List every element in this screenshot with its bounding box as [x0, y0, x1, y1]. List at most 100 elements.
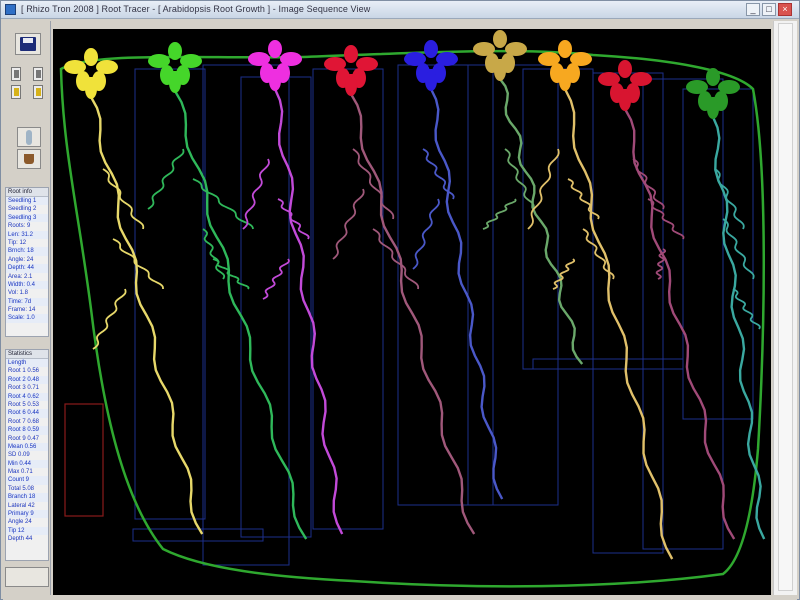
- plant-4-lateral-root[interactable]: [352, 148, 395, 220]
- plant-2-shoot[interactable]: [148, 42, 202, 93]
- root-info-row[interactable]: Area: 2.1: [6, 273, 48, 281]
- root-info-row[interactable]: Depth: 44: [6, 264, 48, 273]
- maximize-button[interactable]: □: [762, 3, 776, 16]
- pin-icon: [14, 70, 19, 78]
- statistics-row[interactable]: Min 0.44: [6, 459, 48, 469]
- root-info-row[interactable]: Tip: 12: [6, 239, 48, 247]
- statistics-row[interactable]: Total 5.08: [6, 485, 48, 493]
- plant-6-primary-root[interactable]: [499, 78, 584, 365]
- root-info-row[interactable]: Len: 31.2: [6, 230, 48, 239]
- statistics-row[interactable]: Tip 12: [6, 526, 48, 536]
- close-button[interactable]: ×: [778, 3, 792, 16]
- status-strip: [5, 567, 49, 587]
- pot-tool-button[interactable]: [17, 149, 41, 169]
- plant-1-lateral-root[interactable]: [92, 288, 127, 350]
- plant-1-shoot[interactable]: [64, 48, 118, 99]
- root-info-row[interactable]: Frame: 14: [6, 306, 48, 314]
- statistics-row[interactable]: Root 3 0.71: [6, 384, 48, 392]
- plant-4-lateral-root[interactable]: [372, 228, 420, 290]
- minimize-button[interactable]: _: [746, 3, 760, 16]
- root-info-row[interactable]: Seedling 1: [6, 197, 48, 206]
- vertical-scrollbar[interactable]: [773, 21, 797, 595]
- plant-7-primary-root[interactable]: [563, 88, 674, 560]
- left-toolbar: Root info Seedling 1 Seedling 2 Seedling 3…: [3, 21, 51, 595]
- statistics-list: Length Root 1 0.56 Root 2 0.48 Root 3 0.71 R…: [6, 359, 48, 544]
- plant-4-shoot[interactable]: [324, 45, 378, 96]
- plant-2-lateral-root[interactable]: [147, 148, 185, 210]
- plant-8-lateral-root[interactable]: [632, 158, 665, 210]
- plant-2-lateral-root[interactable]: [202, 228, 226, 280]
- statistics-row[interactable]: SD 0.09: [6, 451, 48, 459]
- plant-2-lateral-root[interactable]: [212, 258, 250, 290]
- statistics-row[interactable]: Length: [6, 359, 48, 368]
- statistics-row[interactable]: Root 1 0.56: [6, 367, 48, 375]
- plant-3-lateral-root[interactable]: [277, 198, 310, 240]
- plant-6-lateral-root[interactable]: [482, 198, 517, 230]
- leaf: [706, 68, 720, 86]
- root-tracing-canvas[interactable]: [53, 29, 771, 595]
- statistics-row[interactable]: Root 2 0.48: [6, 375, 48, 385]
- plant-7-shoot[interactable]: [538, 40, 592, 91]
- plant-7-lateral-root[interactable]: [552, 258, 576, 290]
- plant-3-lateral-root[interactable]: [262, 258, 290, 300]
- root-info-row[interactable]: Scale: 1.0: [6, 314, 48, 323]
- plant-6-shoot[interactable]: [473, 30, 527, 81]
- statistics-row[interactable]: Root 6 0.44: [6, 409, 48, 418]
- region-box: [202, 64, 290, 566]
- tray-outline[interactable]: [59, 49, 765, 588]
- plant-1-lateral-root[interactable]: [102, 168, 145, 230]
- title-bar[interactable]: [ Rhizo Tron 2008 ] Root Tracer - [ Arab…: [1, 1, 799, 19]
- statistics-row[interactable]: Primary 9: [6, 510, 48, 519]
- statistics-row[interactable]: Lateral 42: [6, 502, 48, 510]
- root-info-row[interactable]: Roots: 9: [6, 222, 48, 230]
- leaf: [493, 30, 507, 48]
- app-icon: [5, 4, 16, 15]
- statistics-row[interactable]: Max 0.71: [6, 468, 48, 476]
- statistics-row[interactable]: Mean 0.56: [6, 442, 48, 452]
- plant-8-shoot[interactable]: [598, 60, 652, 111]
- plant-4-lateral-root[interactable]: [332, 188, 365, 260]
- plant-5-lateral-root[interactable]: [412, 198, 440, 270]
- plant-9-lateral-root[interactable]: [714, 168, 745, 230]
- root-info-panel: Root info Seedling 1 Seedling 2 Seedling 3…: [5, 187, 49, 337]
- selection-rectangle[interactable]: [64, 403, 104, 517]
- statistics-row[interactable]: Root 8 0.59: [6, 426, 48, 435]
- plant-4-primary-root[interactable]: [349, 93, 476, 535]
- root-info-row[interactable]: Seedling 2: [6, 205, 48, 213]
- root-info-row[interactable]: Time: 7d: [6, 297, 48, 307]
- plant-3-lateral-root[interactable]: [242, 158, 270, 230]
- root-info-row[interactable]: Vol: 1.8: [6, 289, 48, 297]
- statistics-row[interactable]: Root 4 0.62: [6, 392, 48, 401]
- plant-7-lateral-root[interactable]: [527, 148, 560, 230]
- plant-7-lateral-root[interactable]: [582, 228, 615, 280]
- region-box: [312, 68, 384, 530]
- statistics-row[interactable]: Root 5 0.53: [6, 401, 48, 409]
- root-info-row[interactable]: Angle: 24: [6, 256, 48, 264]
- plant-1-primary-root[interactable]: [89, 96, 204, 535]
- root-info-row[interactable]: Width: 0.4: [6, 280, 48, 290]
- leaf: [618, 60, 632, 78]
- plant-1-lateral-root[interactable]: [112, 238, 164, 289]
- statistics-row[interactable]: Root 7 0.68: [6, 418, 48, 426]
- tool-button-4[interactable]: [33, 85, 43, 99]
- statistics-row[interactable]: Root 9 0.47: [6, 435, 48, 443]
- save-button[interactable]: [15, 33, 41, 55]
- statistics-row[interactable]: Angle 24: [6, 518, 48, 526]
- tool-button-2[interactable]: [33, 67, 43, 81]
- tool-button-3[interactable]: [11, 85, 21, 99]
- statistics-row[interactable]: Count 9: [6, 476, 48, 485]
- statistics-row[interactable]: Branch 18: [6, 493, 48, 502]
- plant-8-lateral-root[interactable]: [655, 248, 667, 280]
- statistics-row[interactable]: Depth 44: [6, 535, 48, 543]
- statistics-panel: Statistics Length Root 1 0.56 Root 2 0.48 R…: [5, 349, 49, 561]
- tube-tool-button[interactable]: [17, 127, 41, 147]
- statistics-title: Statistics: [6, 350, 48, 359]
- root-image-viewport[interactable]: [53, 29, 771, 595]
- scrollbar-thumb[interactable]: [778, 23, 793, 591]
- plant-7-lateral-root[interactable]: [567, 178, 600, 220]
- plant-2-lateral-root[interactable]: [192, 178, 254, 230]
- root-info-row[interactable]: Brnch: 18: [6, 247, 48, 256]
- plant-pot-icon: [24, 154, 34, 164]
- tool-button-1[interactable]: [11, 67, 21, 81]
- root-info-row[interactable]: Seedling 3: [6, 213, 48, 223]
